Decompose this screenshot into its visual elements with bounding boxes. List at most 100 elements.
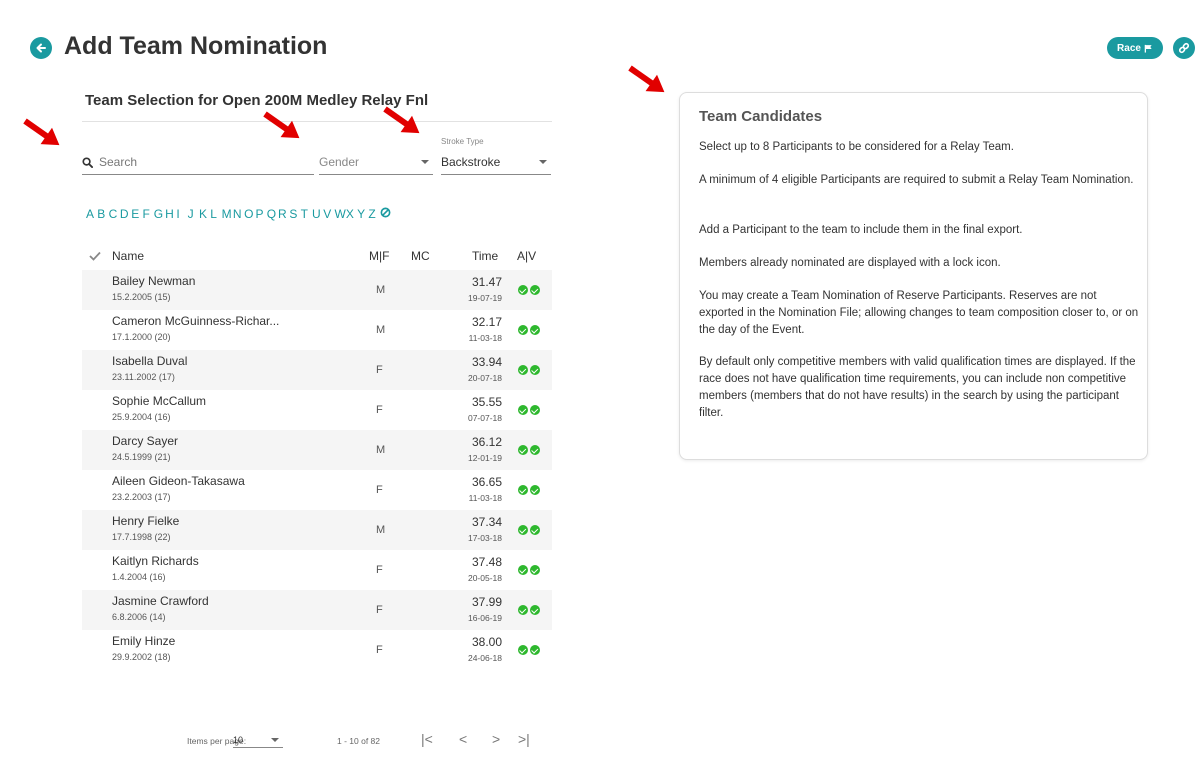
pager-range: 1 - 10 of 82 [337,736,381,746]
annotation-arrow [627,63,671,101]
letter-filter-w[interactable]: W [335,207,346,221]
table-row[interactable]: Bailey Newman 15.2.2005 (15) M 31.47 19-07-1… [82,270,552,310]
letter-filter-k[interactable]: K [199,207,210,221]
participant-dob: 1.4.2004 (16) [112,572,166,582]
letter-filter-t[interactable]: T [301,207,312,221]
stroke-type-select[interactable]: Backstroke [441,150,551,175]
candidates-paragraph: Select up to 8 Participants to be consid… [699,141,1014,153]
check-circle-icon [518,285,528,295]
letter-filter-h[interactable]: H [165,207,176,221]
next-page-icon[interactable]: > [492,731,500,747]
check-circle-icon [530,645,540,655]
participant-name: Jasmine Crawford [112,594,209,608]
table-row[interactable]: Jasmine Crawford 6.8.2006 (14) F 37.99 16-06… [82,590,552,630]
participant-time: 37.34 [471,515,502,529]
letter-filter-a[interactable]: A [86,207,97,221]
letter-filter-y[interactable]: Y [357,207,368,221]
candidates-paragraph: Members already nominated are displayed … [699,257,1001,269]
last-page-icon[interactable]: >| [518,731,530,747]
letter-filter-m[interactable]: M [222,207,233,221]
participant-time-date: 20-05-18 [467,573,502,583]
search-placeholder: Search [99,155,138,169]
first-page-icon[interactable]: |< [421,731,433,747]
column-header-time[interactable]: Time [472,249,498,263]
participant-gender: F [376,364,383,376]
letter-filter-p[interactable]: P [255,207,266,221]
participant-time-date: 24-06-18 [467,653,502,663]
check-circle-icon [530,405,540,415]
participant-gender: F [376,484,383,496]
table-row[interactable]: Sophie McCallum 25.9.2004 (16) F 35.55 07-07… [82,390,552,430]
letter-filter-d[interactable]: D [120,207,131,221]
participant-time: 32.17 [471,315,502,329]
link-button[interactable] [1173,37,1195,59]
chevron-down-icon [539,160,547,164]
letter-filter-b[interactable]: B [97,207,108,221]
select-all-check-icon[interactable] [89,251,101,261]
participant-time-date: 20-07-18 [467,373,502,383]
letter-filter-n[interactable]: N [233,207,244,221]
letter-filter-l[interactable]: L [210,207,221,221]
letter-filter-i[interactable]: I [176,207,187,221]
table-row[interactable]: Aileen Gideon-Takasawa 23.2.2003 (17) F 36.… [82,470,552,510]
search-icon [82,156,93,168]
previous-page-icon[interactable]: < [459,731,467,747]
team-candidates-title: Team Candidates [699,108,823,125]
gender-select[interactable]: Gender [319,150,433,175]
participant-name: Sophie McCallum [112,394,207,408]
clear-filter-icon[interactable] [380,207,391,221]
check-circle-icon [518,405,528,415]
participant-name: Darcy Sayer [112,434,179,448]
participant-gender: M [376,524,386,536]
check-circle-icon [530,365,540,375]
back-button[interactable] [30,37,52,59]
table-row[interactable]: Emily Hinze 29.9.2002 (18) F 38.00 24-06-18 [82,630,552,670]
participant-time-date: 16-06-19 [467,613,502,623]
letter-filter-e[interactable]: E [131,207,142,221]
column-header-mf[interactable]: M|F [369,249,389,263]
table-row[interactable]: Isabella Duval 23.11.2002 (17) F 33.94 20-07… [82,350,552,390]
letter-filter-s[interactable]: S [289,207,300,221]
letter-filter-v[interactable]: V [323,207,334,221]
check-circle-icon [530,445,540,455]
table-row[interactable]: Kaitlyn Richards 1.4.2004 (16) F 37.48 20-05… [82,550,552,590]
letter-filter-z[interactable]: Z [368,207,379,221]
participant-time: 37.99 [471,595,502,609]
column-header-name[interactable]: Name [112,249,144,263]
check-circle-icon [530,605,540,615]
participant-time: 38.00 [471,635,502,649]
column-header-av[interactable]: A|V [517,249,536,263]
letter-filter-j[interactable]: J [188,207,199,221]
participant-dob: 17.7.1998 (22) [112,532,171,542]
letter-filter-g[interactable]: G [154,207,165,221]
column-header-mc[interactable]: MC [411,249,430,263]
check-circle-icon [518,325,528,335]
table-row[interactable]: Cameron McGuinness-Richar... 17.1.2000 (2… [82,310,552,350]
letter-filter-r[interactable]: R [278,207,289,221]
chevron-down-icon [421,160,429,164]
race-button[interactable]: Race [1107,37,1163,59]
participant-dob: 25.9.2004 (16) [112,412,171,422]
letter-filter-o[interactable]: O [244,207,255,221]
race-button-label: Race [1117,42,1141,54]
team-selection-title: Team Selection for Open 200M Medley Rela… [85,92,429,109]
table-row[interactable]: Darcy Sayer 24.5.1999 (21) M 36.12 12-01-19 [82,430,552,470]
letter-filter-c[interactable]: C [109,207,120,221]
check-circle-icon [518,485,528,495]
participant-time-date: 17-03-18 [467,533,502,543]
letter-filter-f[interactable]: F [142,207,153,221]
participant-time-date: 07-07-18 [467,413,502,423]
search-input[interactable]: Search [82,150,314,175]
letter-filter-q[interactable]: Q [267,207,278,221]
participant-gender: M [376,284,386,296]
participant-time: 36.12 [471,435,502,449]
participant-time-date: 19-07-19 [467,293,502,303]
check-circle-icon [518,605,528,615]
letter-filter-u[interactable]: U [312,207,323,221]
participant-name: Aileen Gideon-Takasawa [112,474,245,488]
participant-dob: 29.9.2002 (18) [112,652,171,662]
check-circle-icon [530,485,540,495]
items-per-page-select[interactable]: 10 [233,733,283,748]
letter-filter-x[interactable]: X [346,207,357,221]
table-row[interactable]: Henry Fielke 17.7.1998 (22) M 37.34 17-03-18 [82,510,552,550]
